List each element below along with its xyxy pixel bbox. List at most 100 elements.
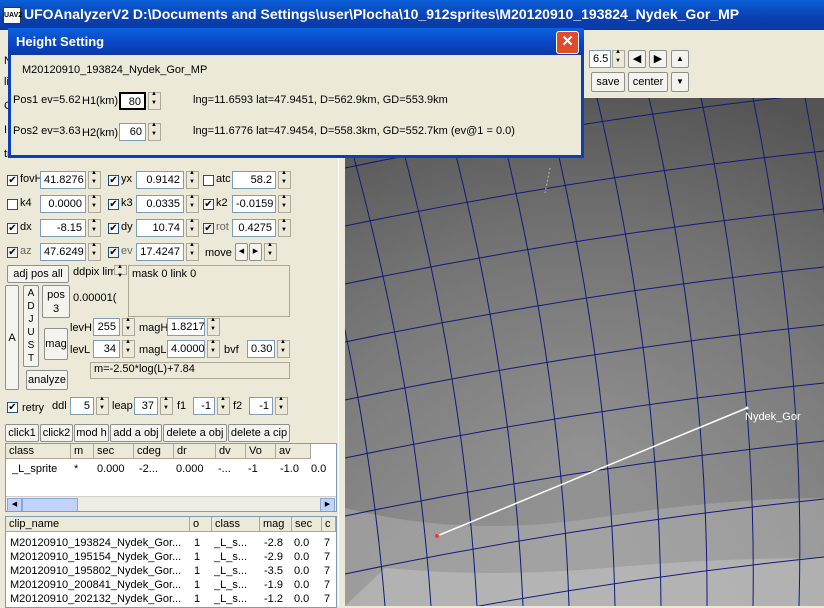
ev-checkbox[interactable]: ✔ <box>108 247 119 258</box>
column-header[interactable]: sec <box>292 517 322 532</box>
column-header[interactable]: clip_name <box>6 517 190 532</box>
column-header[interactable]: mag <box>260 517 292 532</box>
retry-checkbox[interactable]: ✔ <box>7 402 18 413</box>
ddpix-spinner[interactable] <box>114 264 127 279</box>
analyze-button[interactable]: analyze <box>26 370 68 390</box>
yx-spinner[interactable] <box>186 170 199 189</box>
levl-field[interactable]: 34 <box>93 340 120 358</box>
pos3-button[interactable]: pos 3 <box>42 285 70 318</box>
dx-spinner[interactable] <box>88 218 101 237</box>
k3-spinner[interactable] <box>186 194 199 213</box>
clip-table[interactable]: clip_name o class mag sec c M20120910_193824_… <box>5 516 337 608</box>
f1-field[interactable]: -1 <box>193 397 215 415</box>
rot-checkbox[interactable]: ✔ <box>203 223 214 234</box>
magh-field[interactable]: 1.8217 <box>167 318 205 336</box>
magl-spinner[interactable] <box>207 339 220 358</box>
column-header[interactable]: class <box>212 517 260 532</box>
leap-spinner[interactable] <box>160 396 173 415</box>
rot-field[interactable]: 0.4275 <box>232 219 276 237</box>
atc-checkbox[interactable] <box>203 175 214 186</box>
click1-button[interactable]: click1 <box>5 424 39 442</box>
k2-field[interactable]: -0.0159 <box>232 195 276 213</box>
save-button[interactable]: save <box>591 72 625 92</box>
ddl-spinner[interactable] <box>96 396 109 415</box>
up-button[interactable]: ▲ <box>671 50 689 68</box>
h1-spinner[interactable] <box>148 91 161 110</box>
ev-field[interactable]: 17.4247 <box>136 243 184 261</box>
dy-checkbox[interactable]: ✔ <box>108 223 119 234</box>
fovh-spinner[interactable] <box>88 170 101 189</box>
az-spinner[interactable] <box>88 242 101 261</box>
column-header[interactable]: av <box>276 444 311 459</box>
scroll-left-icon[interactable]: ◀ <box>7 498 22 511</box>
column-header[interactable]: class <box>6 444 71 459</box>
center-button[interactable]: center <box>628 72 668 92</box>
dx-field[interactable]: -8.15 <box>40 219 86 237</box>
add-obj-button[interactable]: add a obj <box>110 424 162 442</box>
f2-field[interactable]: -1 <box>249 397 273 415</box>
zoom-field[interactable]: 6.5 <box>589 50 611 68</box>
move-left-button[interactable]: ◀ <box>235 243 248 261</box>
column-header[interactable]: c <box>322 517 336 532</box>
horizontal-scrollbar[interactable]: ◀ ▶ <box>6 496 336 511</box>
k4-checkbox[interactable] <box>7 199 18 210</box>
h1-field[interactable]: 80 <box>119 92 146 110</box>
down-button[interactable]: ▼ <box>671 72 689 92</box>
az-checkbox[interactable]: ✔ <box>7 247 18 258</box>
k3-checkbox[interactable]: ✔ <box>108 199 119 210</box>
ddl-field[interactable]: 5 <box>70 397 94 415</box>
object-table[interactable]: class m sec cdeg dr dv Vo av _L_sprite * 0.000 -2.… <box>5 443 337 512</box>
click2-button[interactable]: click2 <box>40 424 73 442</box>
delete-obj-button[interactable]: delete a obj <box>163 424 227 442</box>
atc-field[interactable]: 58.2 <box>232 171 276 189</box>
column-header[interactable]: cdeg <box>134 444 174 459</box>
h2-spinner[interactable] <box>148 122 161 141</box>
magh-spinner[interactable] <box>207 317 220 336</box>
magl-field[interactable]: 4.0000 <box>167 340 205 358</box>
column-header[interactable]: dr <box>174 444 216 459</box>
f2-spinner[interactable] <box>275 396 288 415</box>
levh-spinner[interactable] <box>122 317 135 336</box>
move-right-button[interactable]: ▶ <box>249 243 262 261</box>
k2-checkbox[interactable]: ✔ <box>203 199 214 210</box>
close-icon[interactable]: ✕ <box>556 31 579 54</box>
yx-checkbox[interactable]: ✔ <box>108 175 119 186</box>
bvf-spinner[interactable] <box>277 339 290 358</box>
prev-button[interactable]: ◀ <box>628 50 646 68</box>
column-header[interactable]: sec <box>94 444 134 459</box>
rot-spinner[interactable] <box>278 218 291 237</box>
dy-spinner[interactable] <box>186 218 199 237</box>
column-header[interactable]: dv <box>216 444 246 459</box>
fovh-checkbox[interactable]: ✔ <box>7 175 18 186</box>
k4-spinner[interactable] <box>88 194 101 213</box>
k2-spinner[interactable] <box>278 194 291 213</box>
next-button[interactable]: ▶ <box>649 50 667 68</box>
az-field[interactable]: 47.6249 <box>40 243 86 261</box>
column-header[interactable]: o <box>190 517 212 532</box>
k3-field[interactable]: 0.0335 <box>136 195 184 213</box>
scroll-right-icon[interactable]: ▶ <box>320 498 335 511</box>
column-header[interactable]: Vo <box>246 444 276 459</box>
k4-field[interactable]: 0.0000 <box>40 195 86 213</box>
ev-spinner[interactable] <box>186 242 199 261</box>
column-header[interactable]: m <box>71 444 94 459</box>
leap-field[interactable]: 37 <box>134 397 158 415</box>
adjust-button[interactable]: ADJUST <box>23 285 39 367</box>
mod-h-button[interactable]: mod h <box>74 424 109 442</box>
delete-clip-button[interactable]: delete a cip <box>228 424 290 442</box>
mag-button[interactable]: mag <box>44 328 68 360</box>
yx-field[interactable]: 0.9142 <box>136 171 184 189</box>
zoom-spinner[interactable] <box>612 49 625 68</box>
move-spinner[interactable] <box>264 242 277 261</box>
levl-spinner[interactable] <box>122 339 135 358</box>
a-button[interactable]: A <box>5 285 19 390</box>
sky-image-view[interactable]: Nydek_Gor <box>345 98 824 606</box>
levh-field[interactable]: 255 <box>93 318 120 336</box>
fovh-field[interactable]: 41.8276 <box>40 171 86 189</box>
adj-pos-all-button[interactable]: adj pos all <box>7 265 69 283</box>
scroll-thumb[interactable] <box>22 498 78 511</box>
dx-checkbox[interactable]: ✔ <box>7 223 18 234</box>
dy-field[interactable]: 10.74 <box>136 219 184 237</box>
h2-field[interactable]: 60 <box>119 123 146 141</box>
bvf-field[interactable]: 0.30 <box>247 340 275 358</box>
